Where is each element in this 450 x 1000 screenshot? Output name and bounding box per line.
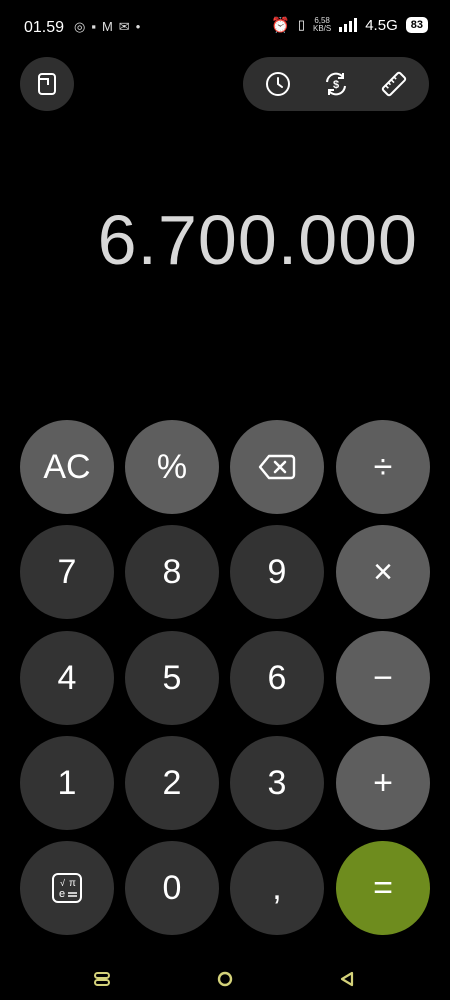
clock-icon bbox=[266, 72, 290, 96]
scientific-mode-button[interactable]: √ π e bbox=[20, 841, 114, 935]
digit-1-button[interactable]: 1 bbox=[20, 736, 114, 830]
network-speed: 6,58 KB/S bbox=[313, 17, 331, 33]
unit-converter-button[interactable] bbox=[374, 64, 414, 104]
digit-8-button[interactable]: 8 bbox=[125, 525, 219, 619]
scientific-functions-icon: √ π e bbox=[52, 873, 82, 903]
notification-icons: ◎ ▪ M ✉ • bbox=[74, 19, 140, 35]
network-type: 4.5G bbox=[365, 16, 398, 34]
digit-4-button[interactable]: 4 bbox=[20, 631, 114, 725]
status-bar: 01.59 ◎ ▪ M ✉ • ⏰ ▯ 6,58 KB/S 4.5G 83 bbox=[0, 0, 450, 58]
gmail-icon: M bbox=[101, 19, 113, 34]
backspace-button[interactable] bbox=[230, 420, 324, 514]
speed-unit: KB/S bbox=[312, 24, 332, 33]
subtract-button[interactable]: − bbox=[336, 631, 430, 725]
alarm-icon: ⏰ bbox=[271, 17, 290, 34]
percent-button[interactable]: % bbox=[125, 420, 219, 514]
signal-icon bbox=[339, 18, 358, 32]
vibrate-icon: ▯ bbox=[297, 17, 305, 32]
digit-6-button[interactable]: 6 bbox=[230, 631, 324, 725]
whatsapp-icon: ◎ bbox=[74, 19, 86, 34]
digit-7-button[interactable]: 7 bbox=[20, 525, 114, 619]
system-icons: ⏰ ▯ 6,58 KB/S 4.5G 83 bbox=[271, 16, 428, 34]
status-time: 01.59 bbox=[24, 19, 65, 36]
clear-button[interactable]: AC bbox=[20, 420, 114, 514]
svg-text:$: $ bbox=[333, 79, 339, 91]
currency-exchange-icon: $ bbox=[326, 72, 346, 96]
mode-toggle-button[interactable] bbox=[20, 57, 74, 111]
add-button[interactable]: + bbox=[336, 736, 430, 830]
recent-apps-icon[interactable] bbox=[92, 969, 112, 989]
tools-bar: $ bbox=[243, 57, 429, 111]
svg-text:e: e bbox=[59, 888, 65, 900]
history-button[interactable] bbox=[258, 64, 298, 104]
battery-level: 83 bbox=[405, 17, 428, 33]
mail-icon: ✉ bbox=[118, 19, 130, 34]
back-icon[interactable] bbox=[337, 969, 357, 989]
backspace-icon bbox=[258, 454, 296, 480]
home-icon[interactable] bbox=[215, 969, 235, 989]
digit-0-button[interactable]: 0 bbox=[125, 841, 219, 935]
svg-text:π: π bbox=[69, 878, 76, 889]
svg-text:√: √ bbox=[60, 878, 65, 888]
digit-3-button[interactable]: 3 bbox=[230, 736, 324, 830]
digit-9-button[interactable]: 9 bbox=[230, 525, 324, 619]
digit-2-button[interactable]: 2 bbox=[125, 736, 219, 830]
navigation-bar bbox=[0, 960, 450, 1000]
currency-converter-button[interactable]: $ bbox=[316, 64, 356, 104]
more-dot-icon: • bbox=[135, 19, 141, 34]
decimal-button[interactable]: , bbox=[230, 841, 324, 935]
equals-button[interactable]: = bbox=[336, 841, 430, 935]
divide-button[interactable]: ÷ bbox=[336, 420, 430, 514]
window-mode-icon bbox=[38, 73, 56, 95]
digit-5-button[interactable]: 5 bbox=[125, 631, 219, 725]
multiply-button[interactable]: × bbox=[336, 525, 430, 619]
message-icon: ▪ bbox=[91, 19, 96, 34]
result-display: 6.700.000 bbox=[97, 201, 418, 279]
ruler-icon bbox=[381, 71, 407, 97]
